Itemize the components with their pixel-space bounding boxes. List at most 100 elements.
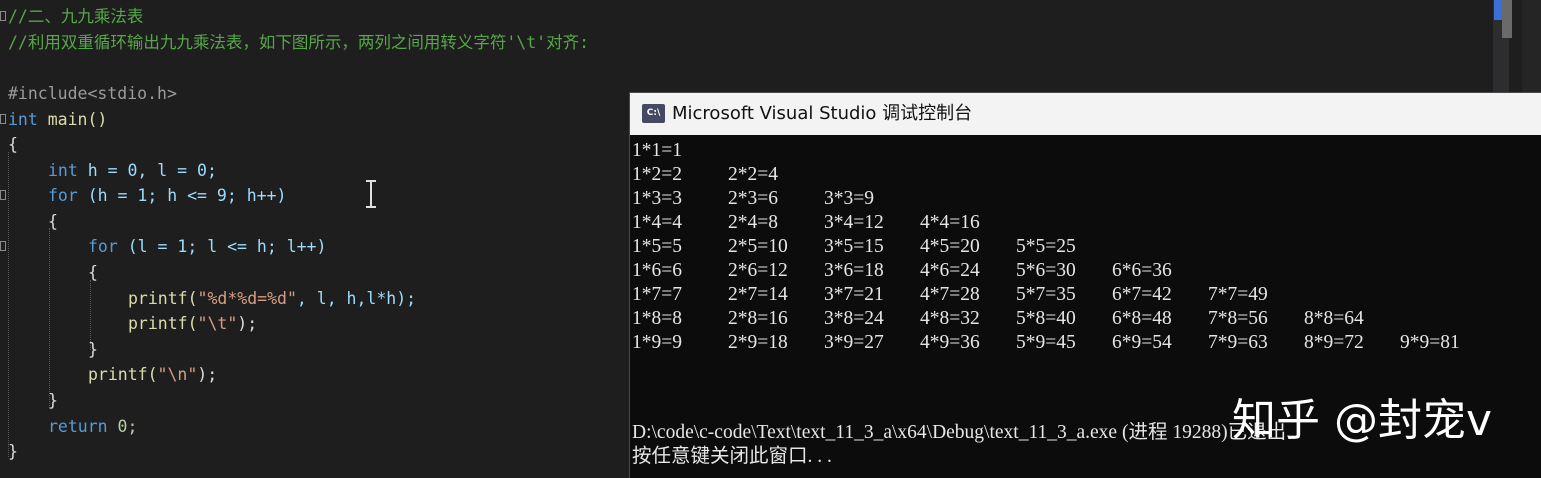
code-declaration: int h = 0, l = 0; [48,158,217,183]
table-cell: 5*8=40 [1016,308,1076,329]
table-row: 1*9=9 2*9=18 3*9=27 4*9=36 5*9=45 6*9=54 7*9=6… [632,331,1532,355]
table-cell: 4*6=24 [920,260,980,281]
table-row: 1*4=4 2*4=8 3*4=12 4*4=16 [632,211,1532,235]
printf-format-string: "%d*%d=%d" [197,289,297,308]
printf-close: ); [237,314,258,333]
for-outer-rest: (h = 1; h <= 9; h++) [77,186,287,205]
zhihu-watermark: 知乎 @封宠v [1232,395,1493,446]
code-for-inner: for (l = 1; l <= h; l++) [88,234,326,259]
table-cell: 6*6=36 [1112,260,1172,281]
code-printf-format: printf("%d*%d=%d", l, h,l*h); [128,286,416,311]
printf-fn: printf( [128,314,198,333]
table-cell: 1*1=1 [632,140,682,161]
keyword-return: return [48,417,108,436]
code-brace-open: { [48,212,58,231]
table-cell: 6*9=54 [1112,332,1172,353]
table-cell: 3*6=18 [824,260,884,281]
table-cell: 7*9=63 [1208,332,1268,353]
for-inner-rest: (l = 1; l <= h; l++) [117,237,327,256]
table-cell: 5*5=25 [1016,236,1076,257]
table-cell: 4*9=36 [920,332,980,353]
table-cell: 7*7=49 [1208,284,1268,305]
code-comment-title: //二、九九乘法表 [8,7,144,26]
code-printf-tab: printf("\t"); [128,311,257,336]
code-return: return 0; [48,414,137,439]
keyword-for: for [48,186,78,205]
table-cell: 3*3=9 [824,188,874,209]
collapse-marker[interactable] [0,190,6,200]
table-cell: 1*9=9 [632,332,682,353]
indent-guide [8,152,9,457]
keyword-for: for [88,237,118,256]
ibeam-cursor-icon [366,180,376,208]
table-cell: 4*4=16 [920,212,980,233]
table-cell: 1*4=4 [632,212,682,233]
indent-guide [49,228,50,408]
table-cell: 9*9=81 [1400,332,1460,353]
table-row: 1*7=7 2*7=14 3*7=21 4*7=28 5*7=35 6*7=42 7*7=4… [632,283,1532,307]
collapse-marker[interactable] [0,241,6,251]
printf-tab-string: "\t" [197,314,238,333]
code-comment-description: //利用双重循环输出九九乘法表，如下图所示，两列之间用转义字符'\t'对齐: [8,33,590,52]
printf-close: ); [197,365,218,384]
collapse-marker[interactable] [0,11,6,21]
printf-args: , l, h,l*h); [296,289,417,308]
table-cell: 2*7=14 [728,284,788,305]
table-cell: 1*8=8 [632,308,682,329]
table-cell: 4*8=32 [920,308,980,329]
code-brace-open: { [8,135,18,154]
code-include: #include<stdio.h> [8,84,177,103]
code-brace-open: { [88,263,98,282]
editor-gutter [0,0,6,477]
table-cell: 2*2=4 [728,164,778,185]
return-value: 0; [107,417,138,436]
change-marker [1494,0,1502,20]
table-cell: 3*9=27 [824,332,884,353]
table-cell: 3*7=21 [824,284,884,305]
code-main-signature: int main() [8,107,107,132]
table-row: 1*5=5 2*5=10 3*5=15 4*5=20 5*5=25 [632,235,1532,259]
table-cell: 1*3=3 [632,188,682,209]
code-brace-close: } [8,442,18,461]
table-cell: 2*6=12 [728,260,788,281]
table-cell: 5*6=30 [1016,260,1076,281]
keyword-int: int [48,161,78,180]
table-row: 1*3=3 2*3=6 3*3=9 [632,187,1532,211]
table-cell: 7*8=56 [1208,308,1268,329]
press-key-prompt: 按任意键关闭此窗口. . . [632,446,832,467]
collapse-marker[interactable] [0,114,6,124]
console-titlebar[interactable]: C:\ Microsoft Visual Studio 调试控制台 [630,93,1541,135]
code-brace-close: } [48,391,58,410]
table-cell: 2*3=6 [728,188,778,209]
printf-fn: printf( [128,289,198,308]
table-cell: 3*5=15 [824,236,884,257]
table-cell: 4*5=20 [920,236,980,257]
table-row: 1*8=8 2*8=16 3*8=24 4*8=32 5*8=40 6*8=48 7*8=5… [632,307,1532,331]
table-cell: 5*9=45 [1016,332,1076,353]
code-for-outer: for (h = 1; h <= 9; h++) [48,183,286,208]
table-row: 1*6=6 2*6=12 3*6=18 4*6=24 5*6=30 6*6=36 [632,259,1532,283]
code-printf-newline: printf("\n"); [88,362,217,387]
table-cell: 4*7=28 [920,284,980,305]
table-cell: 1*2=2 [632,164,682,185]
table-cell: 2*5=10 [728,236,788,257]
table-row: 1*2=2 2*2=4 [632,163,1532,187]
table-cell: 8*8=64 [1304,308,1364,329]
declaration-rest: h = 0, l = 0; [77,161,217,180]
table-cell: 6*7=42 [1112,284,1172,305]
table-cell: 5*7=35 [1016,284,1076,305]
table-cell: 2*4=8 [728,212,778,233]
table-cell: 1*6=6 [632,260,682,281]
printf-fn: printf( [88,365,158,384]
keyword-int: int [8,110,38,129]
table-cell: 6*8=48 [1112,308,1172,329]
table-cell: 1*5=5 [632,236,682,257]
table-cell: 3*4=12 [824,212,884,233]
table-cell: 2*8=16 [728,308,788,329]
table-cell: 2*9=18 [728,332,788,353]
printf-newline-string: "\n" [157,365,198,384]
table-cell: 8*9=72 [1304,332,1364,353]
console-title: Microsoft Visual Studio 调试控制台 [672,103,973,124]
editor-scrollbar-thumb[interactable] [1502,0,1512,38]
main-fn: main() [37,110,108,129]
